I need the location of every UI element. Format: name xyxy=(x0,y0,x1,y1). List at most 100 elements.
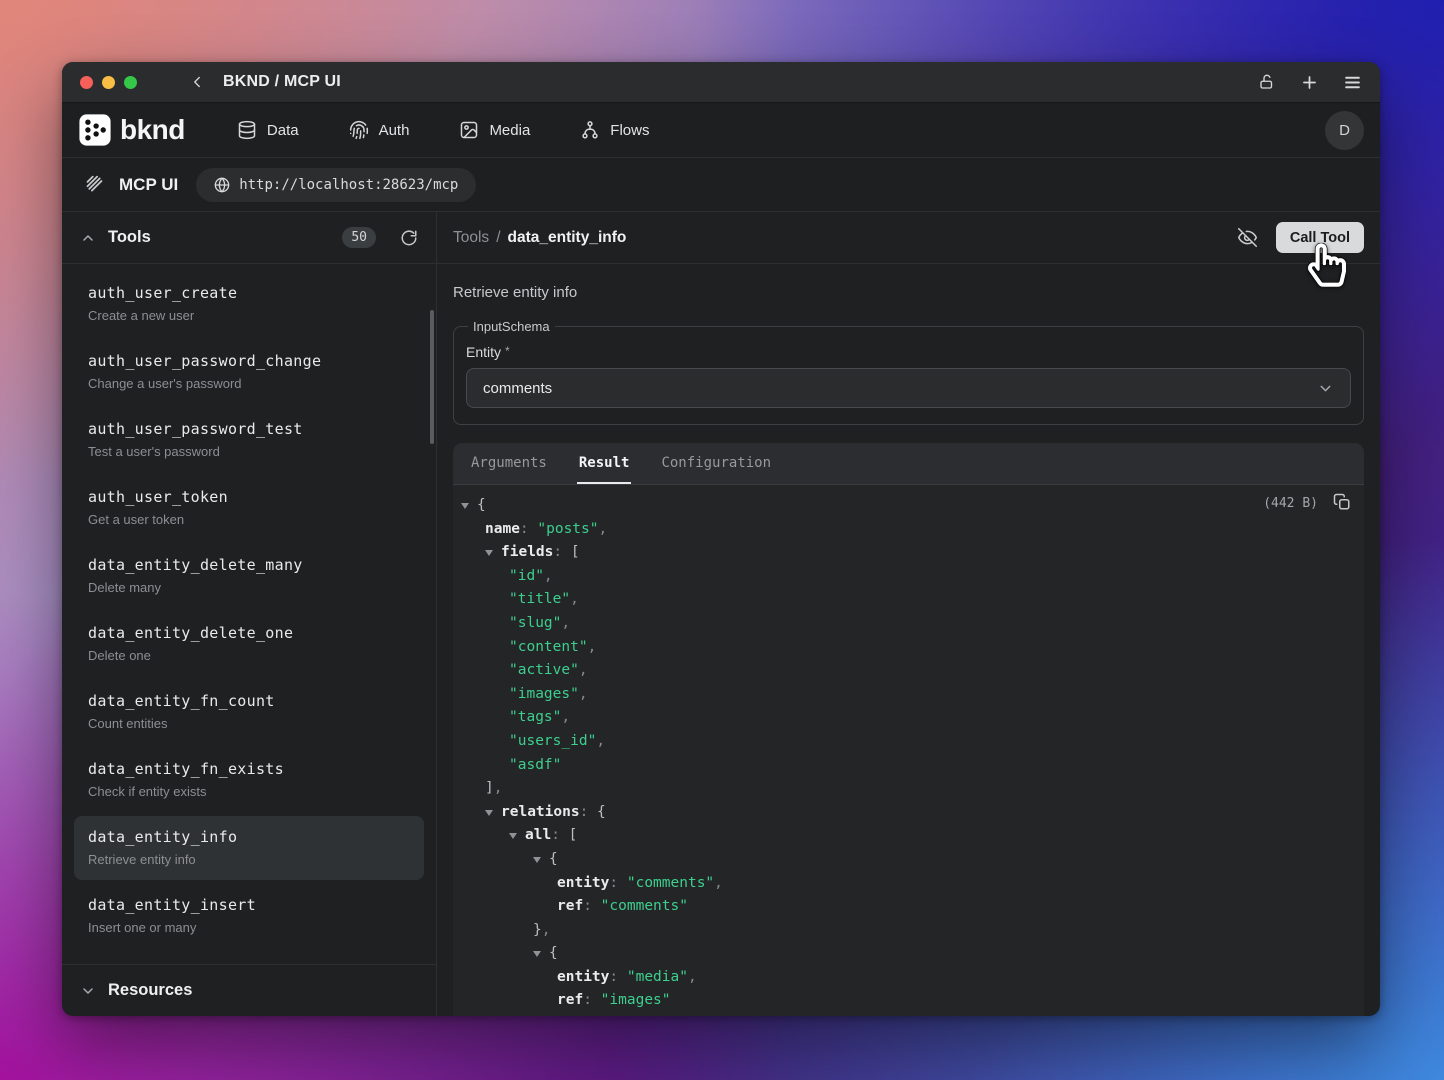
resources-section-title: Resources xyxy=(108,981,192,1000)
collapse-triangle-icon[interactable] xyxy=(485,810,501,816)
tool-name: data_entity_delete_many xyxy=(88,555,410,576)
database-icon xyxy=(237,120,257,140)
nav-label: Data xyxy=(267,122,299,139)
chevron-down-icon[interactable] xyxy=(80,983,96,999)
json-token: : xyxy=(609,966,626,990)
input-schema-fieldset: InputSchema Entity* comments xyxy=(453,319,1364,425)
nav-item-media[interactable]: Media xyxy=(459,120,530,140)
json-token: fields xyxy=(501,541,553,565)
json-token: { xyxy=(477,494,486,518)
tool-list-item-auth_user_create[interactable]: auth_user_create Create a new user xyxy=(74,272,424,336)
breadcrumb-current: data_entity_info xyxy=(508,229,627,247)
nav-menu: Data Auth Media xyxy=(237,120,650,140)
tool-list-item-data_entity_insert[interactable]: data_entity_insert Insert one or many xyxy=(74,884,424,948)
cursor-pointer xyxy=(1308,243,1346,287)
collapse-triangle-icon[interactable] xyxy=(485,550,501,556)
json-line: "content", xyxy=(453,636,1364,660)
json-line: fields: [ xyxy=(453,541,1364,565)
nav-label: Flows xyxy=(610,122,649,139)
tools-section-header[interactable]: Tools 50 xyxy=(62,212,436,264)
layers-icon xyxy=(84,174,105,195)
collapse-triangle-icon[interactable] xyxy=(533,951,549,957)
tool-desc: Test a user's password xyxy=(88,443,410,461)
tool-name: data_entity_info xyxy=(88,827,410,848)
nav-item-auth[interactable]: Auth xyxy=(349,120,410,140)
json-token: all xyxy=(525,824,551,848)
bknd-logo[interactable]: bknd xyxy=(78,113,185,147)
tabstrip: Arguments Result Configuration xyxy=(453,443,1364,485)
json-token: , xyxy=(561,612,570,636)
lock-icon[interactable] xyxy=(1258,73,1276,91)
tool-list-item-auth_user_password_test[interactable]: auth_user_password_test Test a user's pa… xyxy=(74,408,424,472)
tool-desc: Create a new user xyxy=(88,307,410,325)
json-line: "id", xyxy=(453,565,1364,589)
flow-icon xyxy=(580,120,600,140)
json-token: : xyxy=(520,518,537,542)
chevron-up-icon[interactable] xyxy=(80,230,96,246)
tool-name: data_entity_delete_one xyxy=(88,623,410,644)
close-window-button[interactable] xyxy=(80,76,93,89)
json-token: { xyxy=(597,801,606,825)
collapse-triangle-icon[interactable] xyxy=(461,503,477,509)
minimize-window-button[interactable] xyxy=(102,76,115,89)
tab-result[interactable]: Result xyxy=(577,443,632,484)
refresh-icon[interactable] xyxy=(400,229,418,247)
eye-off-icon[interactable] xyxy=(1237,227,1258,248)
json-lines: {name: "posts",fields: ["id","title","sl… xyxy=(453,494,1364,1013)
user-avatar[interactable]: D xyxy=(1325,111,1364,150)
json-token: , xyxy=(570,588,579,612)
entity-select[interactable]: comments xyxy=(466,368,1351,408)
collapse-triangle-icon[interactable] xyxy=(533,857,549,863)
json-token: entity xyxy=(557,966,609,990)
chevron-down-icon xyxy=(1317,380,1334,397)
result-json-view: (442 B) {name: "posts",fields: ["id","ti… xyxy=(453,485,1364,1016)
tool-list-item-auth_user_password_change[interactable]: auth_user_password_change Change a user'… xyxy=(74,340,424,404)
menu-icon[interactable] xyxy=(1343,73,1362,92)
tool-desc: Delete many xyxy=(88,579,410,597)
result-size-badge: (442 B) xyxy=(1263,496,1318,511)
required-mark: * xyxy=(505,344,510,358)
copy-icon[interactable] xyxy=(1333,493,1351,511)
json-token: : xyxy=(580,801,597,825)
tool-list-item-data_entity_fn_count[interactable]: data_entity_fn_count Count entities xyxy=(74,680,424,744)
json-token: "images" xyxy=(509,683,579,707)
resources-section-header[interactable]: Resources xyxy=(62,964,436,1016)
json-token: "media" xyxy=(627,966,688,990)
json-token: , xyxy=(596,730,605,754)
maximize-window-button[interactable] xyxy=(124,76,137,89)
nav-label: Auth xyxy=(379,122,410,139)
nav-label: Media xyxy=(489,122,530,139)
json-line: entity: "media", xyxy=(453,966,1364,990)
sidebar-scrollbar[interactable] xyxy=(430,310,434,444)
nav-item-flows[interactable]: Flows xyxy=(580,120,649,140)
window-title: BKND / MCP UI xyxy=(223,73,341,91)
breadcrumb-parent[interactable]: Tools xyxy=(453,229,489,247)
json-token: , xyxy=(494,777,503,801)
tool-list-item-data_entity_delete_many[interactable]: data_entity_delete_many Delete many xyxy=(74,544,424,608)
server-url-pill[interactable]: http://localhost:28623/mcp xyxy=(196,168,476,202)
json-token: relations xyxy=(501,801,580,825)
tool-list-item-data_entity_info[interactable]: data_entity_info Retrieve entity info xyxy=(74,816,424,880)
tool-list-item-auth_user_token[interactable]: auth_user_token Get a user token xyxy=(74,476,424,540)
tab-configuration[interactable]: Configuration xyxy=(659,443,773,484)
tool-desc: Retrieve entity info xyxy=(88,851,410,869)
tool-list-item-data_entity_delete_one[interactable]: data_entity_delete_one Delete one xyxy=(74,612,424,676)
json-token: , xyxy=(579,659,588,683)
tool-name: auth_user_password_change xyxy=(88,351,410,372)
tool-list-item-data_entity_fn_exists[interactable]: data_entity_fn_exists Check if entity ex… xyxy=(74,748,424,812)
json-line: ref: "comments" xyxy=(453,895,1364,919)
tool-name: auth_user_create xyxy=(88,283,410,304)
json-line: ], xyxy=(453,777,1364,801)
bknd-logo-icon xyxy=(78,113,112,147)
json-token: entity xyxy=(557,872,609,896)
tool-desc: Get a user token xyxy=(88,511,410,529)
collapse-triangle-icon[interactable] xyxy=(509,833,525,839)
new-tab-icon[interactable] xyxy=(1300,73,1319,92)
back-icon[interactable] xyxy=(188,73,206,91)
tab-arguments[interactable]: Arguments xyxy=(469,443,549,484)
json-line: "active", xyxy=(453,659,1364,683)
json-token: "asdf" xyxy=(509,754,561,778)
main-panel: Tools / data_entity_info Call Tool Retri… xyxy=(437,212,1380,1016)
nav-item-data[interactable]: Data xyxy=(237,120,299,140)
entity-field-label: Entity* xyxy=(466,344,1351,360)
